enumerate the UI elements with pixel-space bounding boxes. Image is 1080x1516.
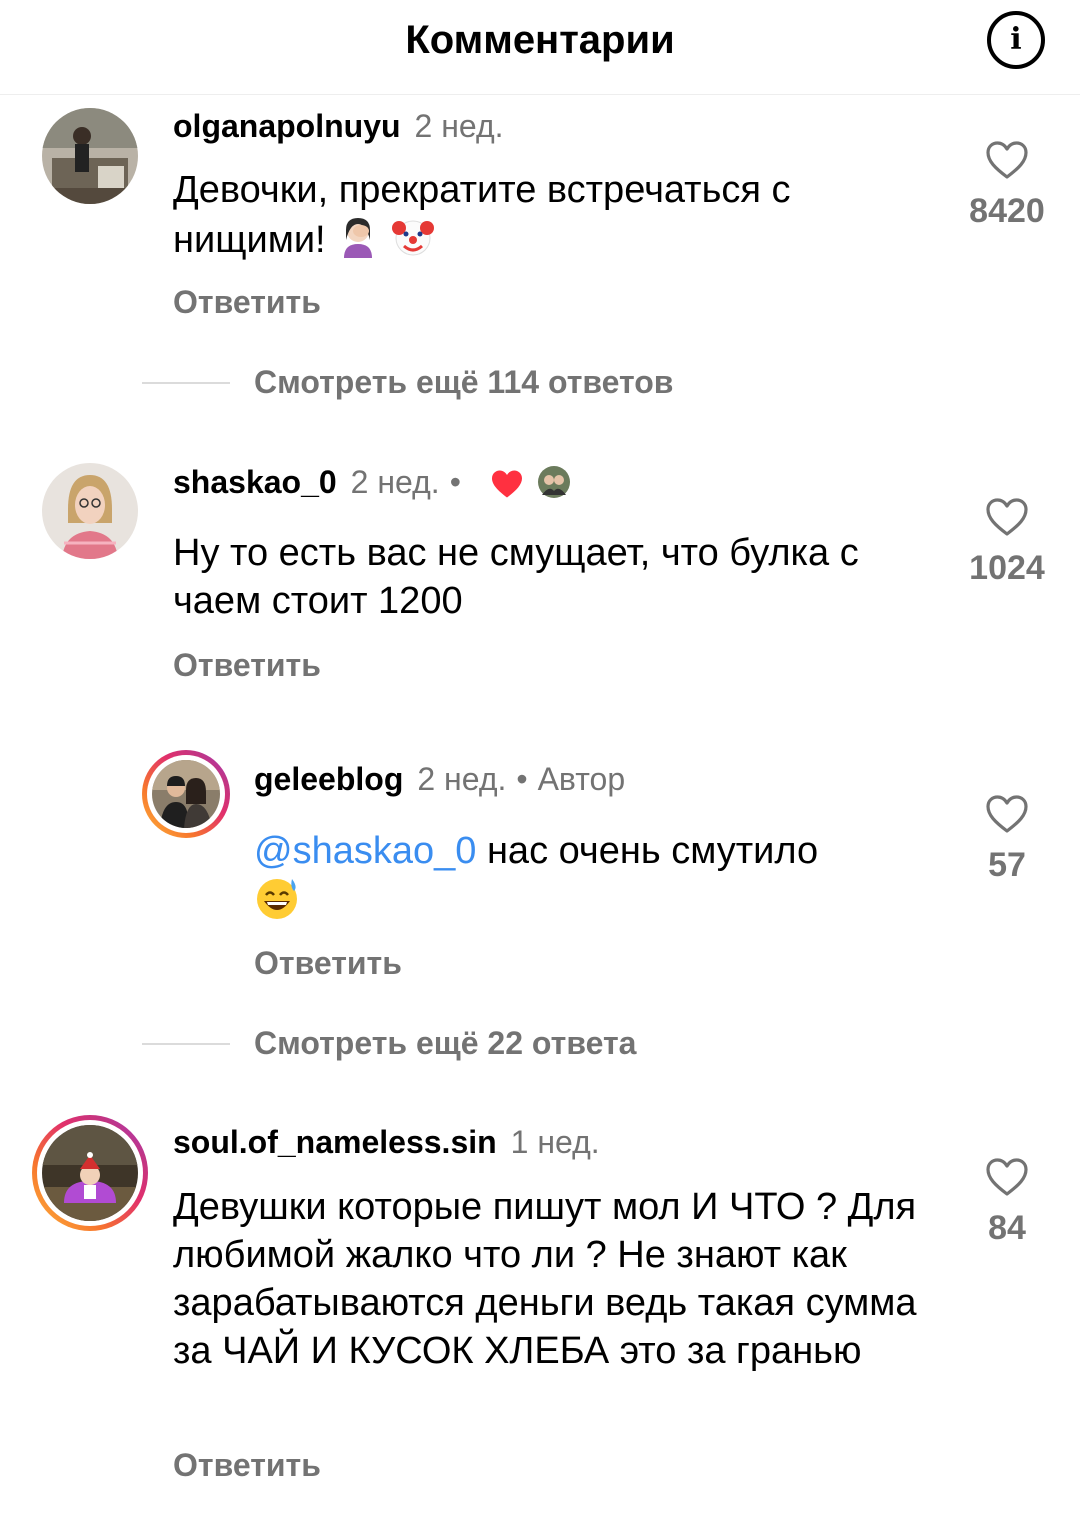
comment-meta: soul.of_nameless.sin 1 нед.	[173, 1122, 600, 1162]
username[interactable]: shaskao_0	[173, 464, 337, 500]
timestamp: 2 нед.	[414, 108, 504, 144]
username[interactable]: geleeblog	[254, 761, 403, 797]
timestamp: 1 нед.	[510, 1124, 600, 1160]
page-title: Комментарии	[405, 18, 675, 62]
heart-outline-icon[interactable]	[985, 794, 1029, 834]
avatar[interactable]	[42, 1125, 138, 1221]
info-icon[interactable]: i	[987, 11, 1045, 69]
like-button[interactable]: 8420	[957, 140, 1057, 231]
like-count: 57	[988, 846, 1026, 884]
view-more-replies[interactable]: Смотреть ещё 114 ответов	[254, 364, 673, 401]
reply-button[interactable]: Ответить	[173, 1447, 321, 1484]
replies-divider	[142, 382, 230, 384]
avatar-story-ring[interactable]	[32, 1115, 148, 1231]
comment-text: Девушки которые пишут мол И ЧТО ? Для лю…	[173, 1186, 917, 1372]
author-avatar	[537, 465, 571, 508]
timestamp: 2 нед.	[350, 464, 440, 500]
like-count: 8420	[969, 192, 1045, 230]
facepalm-emoji	[336, 214, 380, 270]
clown-emoji	[391, 214, 435, 270]
like-count: 1024	[969, 549, 1045, 587]
reply-text: @shaskao_0 нас очень смутило	[254, 827, 914, 933]
separator: •	[449, 464, 461, 500]
reply-button[interactable]: Ответить	[173, 647, 321, 684]
comment-meta: olganapolnuyu 2 нед.	[173, 106, 504, 146]
reply-button[interactable]: Ответить	[254, 945, 402, 982]
author-badge: Автор	[537, 761, 626, 797]
like-button[interactable]: 57	[957, 794, 1057, 885]
header: Комментарии i	[0, 0, 1080, 95]
avatar[interactable]	[42, 108, 138, 204]
view-more-replies[interactable]: Смотреть ещё 22 ответа	[254, 1025, 636, 1062]
avatar-story-ring[interactable]	[142, 750, 230, 838]
comment-text: Ну то есть вас не смущает, что булка с ч…	[173, 532, 859, 622]
comment-meta: shaskao_0 2 нед. •	[173, 462, 571, 508]
username[interactable]: soul.of_nameless.sin	[173, 1124, 497, 1160]
like-button[interactable]: 84	[957, 1157, 1057, 1248]
comment-text: Девочки, прекратите встречаться с нищими…	[173, 166, 913, 270]
reply-meta: geleeblog 2 нед. • Автор	[254, 759, 625, 799]
heart-outline-icon[interactable]	[985, 140, 1029, 180]
replies-divider	[142, 1043, 230, 1045]
heart-outline-icon[interactable]	[985, 497, 1029, 537]
like-count: 84	[988, 1209, 1026, 1247]
avatar[interactable]	[42, 463, 138, 559]
heart-outline-icon[interactable]	[985, 1157, 1029, 1197]
like-button[interactable]: 1024	[957, 497, 1057, 588]
heart-icon	[490, 468, 524, 508]
username[interactable]: olganapolnuyu	[173, 108, 401, 144]
separator: •	[516, 761, 528, 797]
reply-button[interactable]: Ответить	[173, 284, 321, 321]
timestamp: 2 нед.	[417, 761, 507, 797]
avatar[interactable]	[152, 760, 220, 828]
mention-link[interactable]: @shaskao_0	[254, 830, 476, 872]
sweat-smile-emoji	[254, 875, 300, 933]
